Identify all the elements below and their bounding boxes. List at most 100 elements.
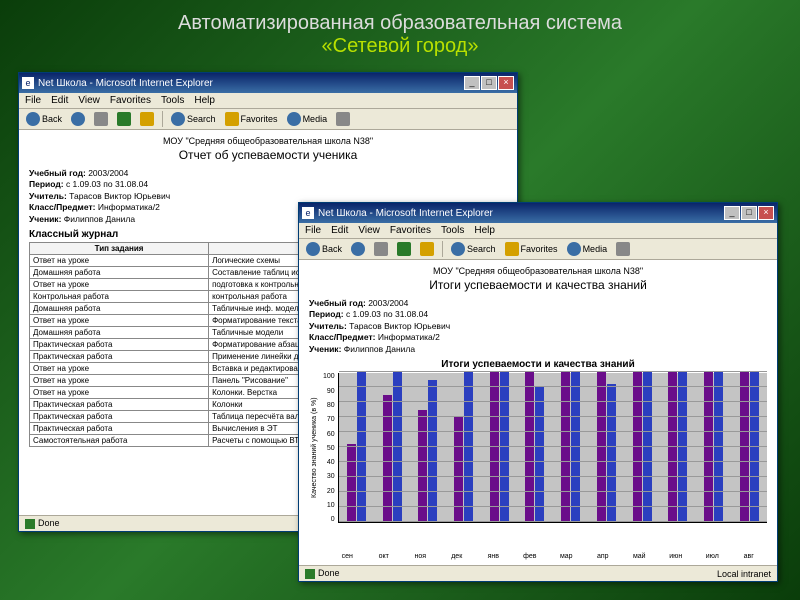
toolbar: Back Search Favorites Media: [299, 239, 777, 260]
status-text: Done: [318, 568, 340, 578]
bar-group: [481, 373, 517, 522]
report-meta: Учебный год: 2003/2004 Период: с 1.09.03…: [309, 298, 767, 355]
media-button[interactable]: Media: [564, 241, 611, 257]
ie-icon: e: [302, 207, 314, 219]
refresh-button[interactable]: [394, 241, 414, 257]
report-title: Итоги успеваемости и качества знаний: [309, 278, 767, 292]
bar: [500, 372, 509, 522]
zone-text: Local intranet: [717, 569, 771, 579]
search-button[interactable]: Search: [448, 241, 499, 257]
bar-group: [374, 373, 410, 522]
bar: [740, 372, 749, 522]
school-name: МОУ "Средняя общеобразовательная школа N…: [309, 266, 767, 276]
menu-view[interactable]: View: [78, 95, 100, 106]
chart-title: Итоги успеваемости и качества знаний: [309, 359, 767, 370]
back-button[interactable]: Back: [23, 111, 65, 127]
favorites-button[interactable]: Favorites: [502, 241, 561, 257]
bar: [490, 372, 499, 522]
forward-button[interactable]: [68, 111, 88, 127]
menu-favorites[interactable]: Favorites: [110, 95, 151, 106]
menu-edit[interactable]: Edit: [331, 225, 348, 236]
chart-plot: [338, 373, 767, 523]
menu-file[interactable]: File: [25, 95, 41, 106]
close-button[interactable]: ×: [758, 206, 774, 220]
ie-icon: e: [22, 77, 34, 89]
maximize-button[interactable]: □: [481, 76, 497, 90]
menu-edit[interactable]: Edit: [51, 95, 68, 106]
slide-title-line1: Автоматизированная образовательная систе…: [0, 12, 800, 35]
titlebar[interactable]: e Net Школа - Microsoft Internet Explore…: [299, 203, 777, 223]
menu-favorites[interactable]: Favorites: [390, 225, 431, 236]
bar: [750, 372, 759, 522]
media-button[interactable]: Media: [284, 111, 331, 127]
search-button[interactable]: Search: [168, 111, 219, 127]
bar: [357, 372, 366, 522]
bar: [643, 372, 652, 522]
forward-button[interactable]: [348, 241, 368, 257]
toolbar: Back Search Favorites Media: [19, 109, 517, 130]
menubar: File Edit View Favorites Tools Help: [299, 223, 777, 239]
bar: [347, 444, 356, 522]
bar-group: [624, 373, 660, 522]
history-button[interactable]: [333, 111, 353, 127]
bar-group: [517, 373, 553, 522]
bar: [678, 372, 687, 522]
menu-tools[interactable]: Tools: [161, 95, 184, 106]
slide-title-line2: «Сетевой город»: [0, 35, 800, 58]
window-title: Net Школа - Microsoft Internet Explorer: [38, 78, 464, 89]
bar-group: [553, 373, 589, 522]
bar-group: [696, 373, 732, 522]
statusbar: Done Local intranet: [299, 565, 777, 581]
favorites-button[interactable]: Favorites: [222, 111, 281, 127]
bar: [464, 372, 473, 522]
bar: [571, 372, 580, 522]
done-icon: [25, 519, 35, 529]
bar: [525, 372, 534, 522]
bar-group: [660, 373, 696, 522]
titlebar[interactable]: e Net Школа - Microsoft Internet Explore…: [19, 73, 517, 93]
ie-window-chart: e Net Школа - Microsoft Internet Explore…: [298, 202, 778, 582]
bar: [535, 387, 544, 522]
bar: [668, 372, 677, 522]
col-type: Тип задания: [30, 243, 209, 255]
bar: [704, 372, 713, 522]
slide-title: Автоматизированная образовательная систе…: [0, 0, 800, 62]
refresh-button[interactable]: [114, 111, 134, 127]
home-button[interactable]: [417, 241, 437, 257]
maximize-button[interactable]: □: [741, 206, 757, 220]
status-text: Done: [38, 518, 60, 528]
x-axis-ticks: сеноктноядекянвфевмарапрмайиюниюлавг: [329, 553, 767, 560]
bar: [607, 384, 616, 522]
stop-button[interactable]: [371, 241, 391, 257]
chart: Итоги успеваемости и качества знаний Кач…: [309, 359, 767, 560]
bar-group: [731, 373, 767, 522]
history-button[interactable]: [613, 241, 633, 257]
close-button[interactable]: ×: [498, 76, 514, 90]
back-button[interactable]: Back: [303, 241, 345, 257]
menu-file[interactable]: File: [305, 225, 321, 236]
bar: [597, 372, 606, 522]
menubar: File Edit View Favorites Tools Help: [19, 93, 517, 109]
bar: [714, 372, 723, 522]
report-title: Отчет об успеваемости ученика: [29, 148, 507, 162]
menu-view[interactable]: View: [358, 225, 380, 236]
minimize-button[interactable]: _: [464, 76, 480, 90]
page-content-chart: МОУ "Средняя общеобразовательная школа N…: [299, 260, 777, 565]
y-axis-label: Качество знаний ученика (в %): [309, 373, 320, 523]
bar-group: [446, 373, 482, 522]
menu-tools[interactable]: Tools: [441, 225, 464, 236]
home-button[interactable]: [137, 111, 157, 127]
bar-group: [589, 373, 625, 522]
school-name: МОУ "Средняя общеобразовательная школа N…: [29, 136, 507, 146]
menu-help[interactable]: Help: [474, 225, 495, 236]
bar: [383, 395, 392, 523]
menu-help[interactable]: Help: [194, 95, 215, 106]
stop-button[interactable]: [91, 111, 111, 127]
bar-group: [410, 373, 446, 522]
minimize-button[interactable]: _: [724, 206, 740, 220]
done-icon: [305, 569, 315, 579]
window-title: Net Школа - Microsoft Internet Explorer: [318, 208, 724, 219]
bar: [561, 372, 570, 522]
bar-group: [339, 373, 375, 522]
bar: [633, 372, 642, 522]
